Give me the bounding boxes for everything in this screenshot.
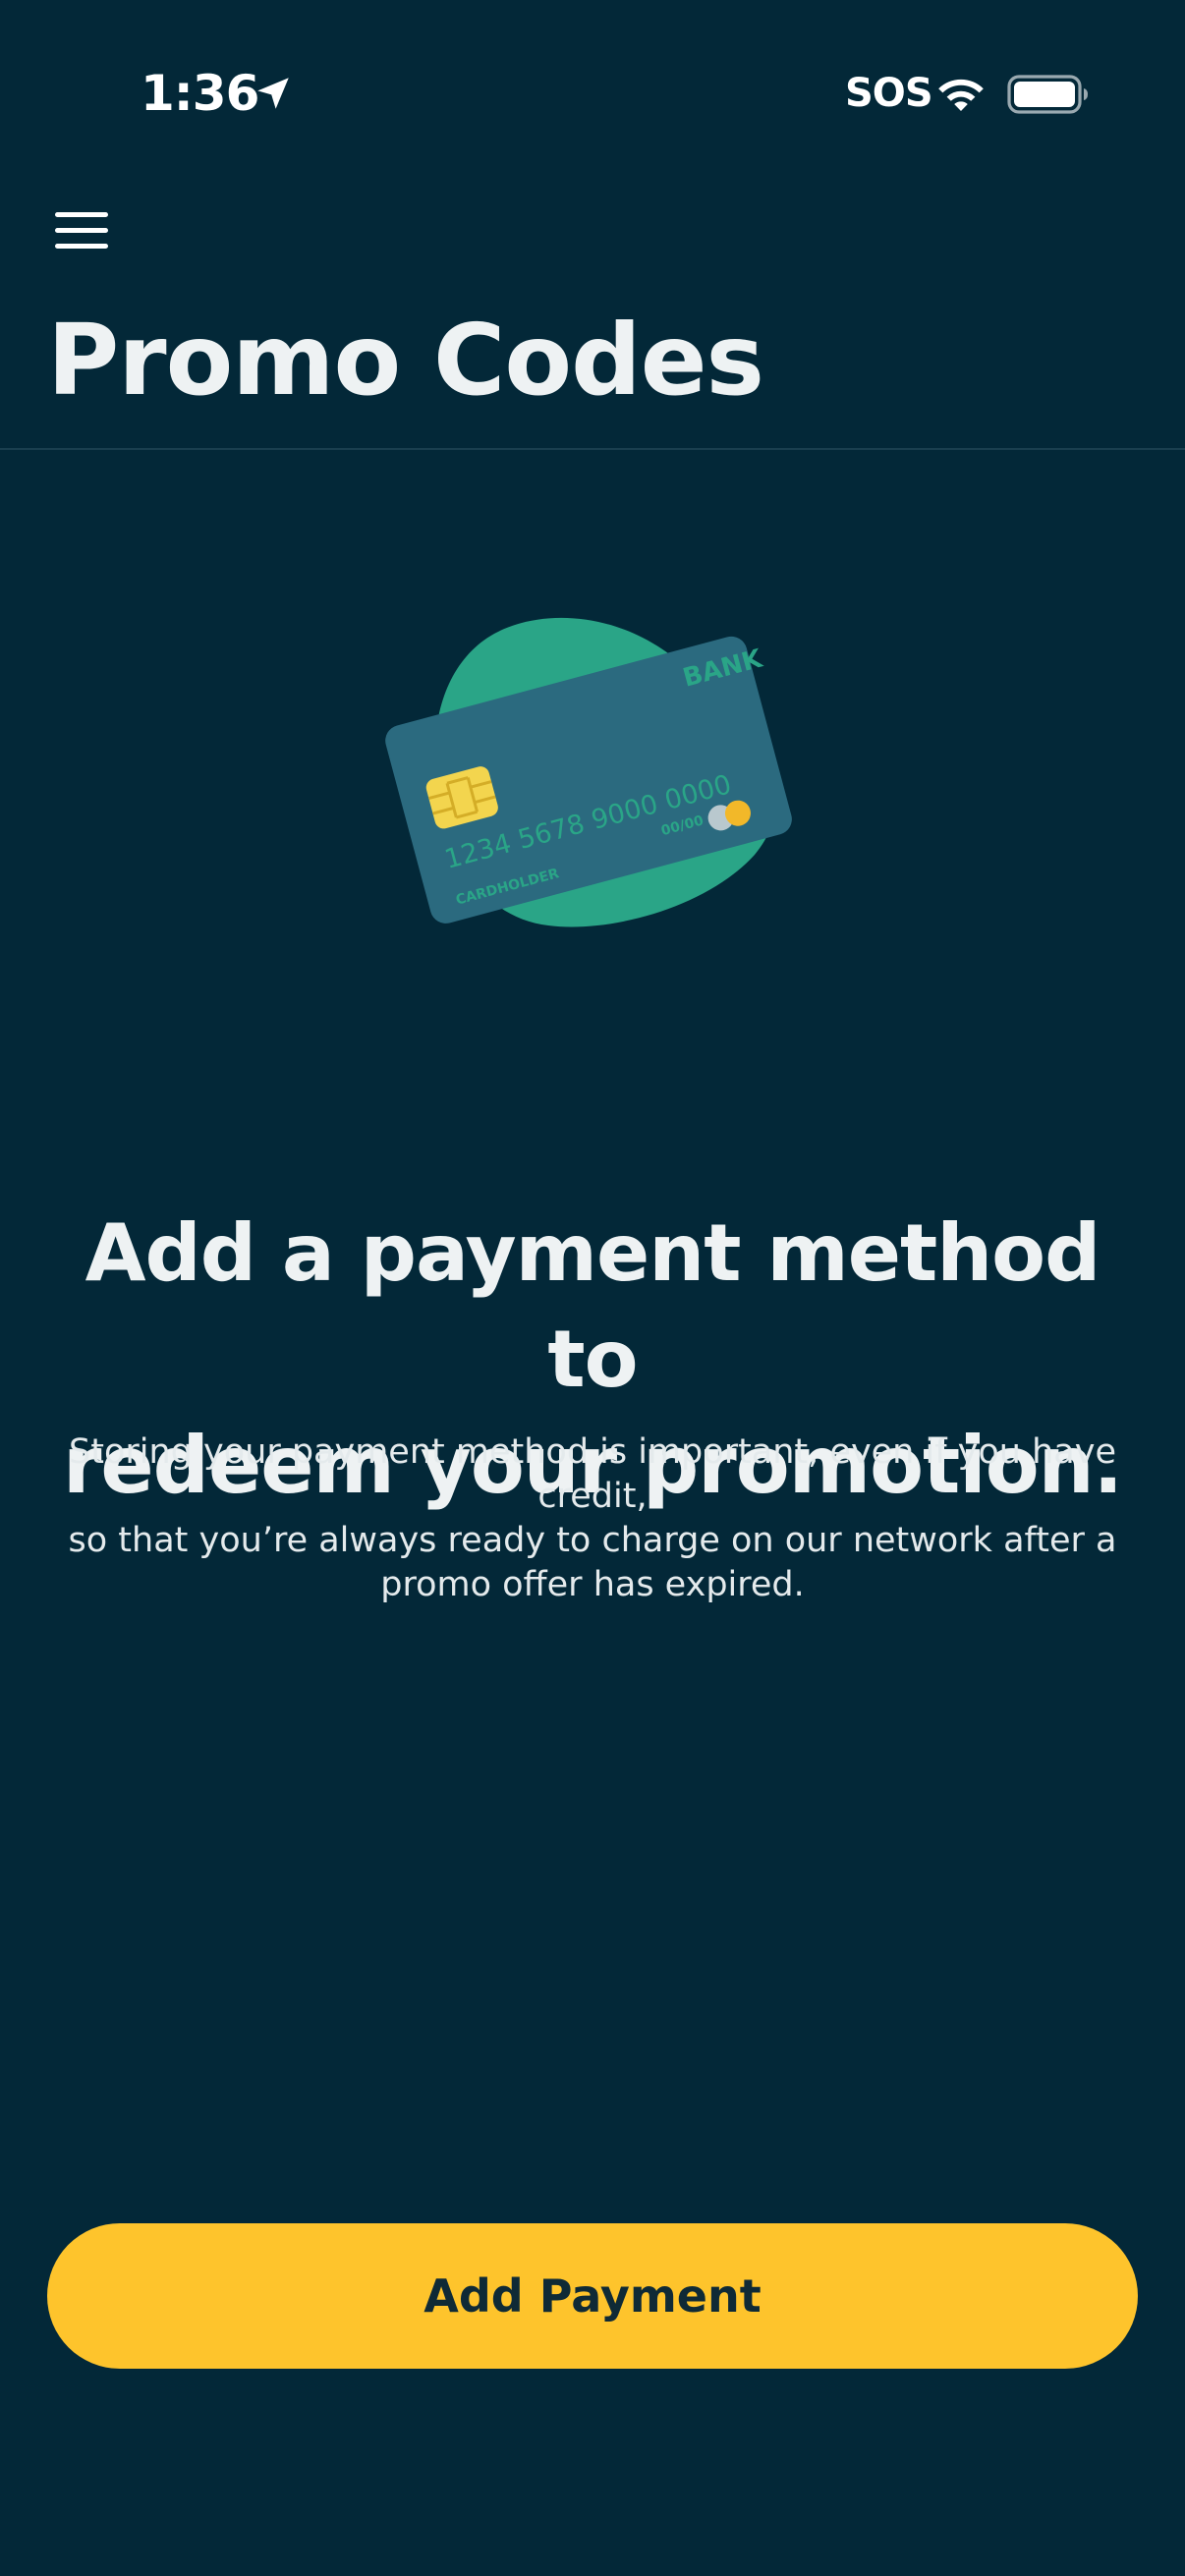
status-sos: SOS — [845, 71, 933, 116]
body-line-3: promo offer has expired. — [380, 1565, 805, 1604]
status-bar: 1:36 SOS — [0, 0, 1185, 138]
page-title: Promo Codes — [47, 303, 764, 418]
menu-button[interactable] — [49, 204, 114, 255]
battery-icon — [1007, 75, 1088, 114]
headline-line-1: Add a payment method to — [85, 1207, 1101, 1405]
header-divider — [0, 448, 1185, 450]
hamburger-menu-icon — [55, 212, 108, 217]
add-payment-button[interactable]: Add Payment — [47, 2223, 1138, 2369]
body-line-2: so that you’re always ready to charge on… — [68, 1521, 1117, 1560]
body-line-1: Storing your payment method is important… — [69, 1432, 1116, 1516]
wifi-icon — [938, 79, 984, 111]
body-text: Storing your payment method is important… — [39, 1430, 1146, 1607]
credit-card-illustration: BANK 1234 5678 9000 0000 00/00 CARDHOLDE… — [385, 617, 792, 927]
status-time: 1:36 — [141, 65, 259, 122]
location-arrow-icon — [257, 78, 289, 109]
